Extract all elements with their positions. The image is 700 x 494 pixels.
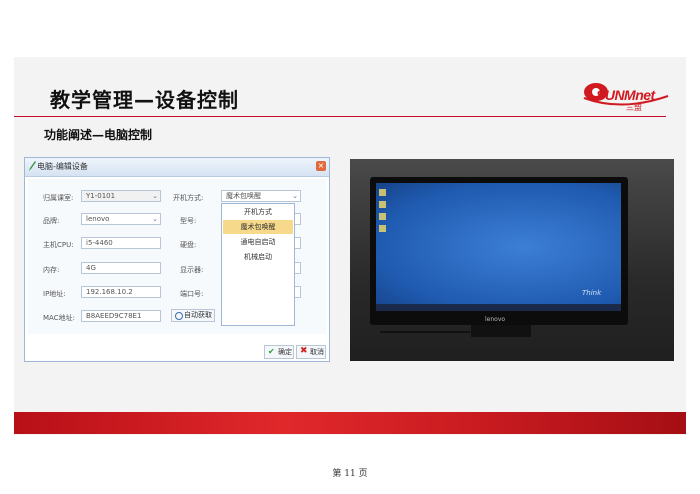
logo-wordmark: SUNMnet (596, 87, 655, 103)
dropdown-option-selected[interactable]: 魔术包唤醒 (223, 220, 293, 234)
brand-select[interactable]: lenovo ⌄ (81, 213, 161, 225)
dropdown-option[interactable]: 机械启动 (223, 250, 293, 264)
desktop-icon (379, 225, 386, 232)
search-icon (175, 312, 183, 320)
auto-get-label: 自动获取 (184, 311, 212, 319)
field-label-classroom: 归属课室: (43, 194, 74, 202)
dropdown-option[interactable]: 通电自启动 (223, 235, 293, 249)
chevron-down-icon: ⌄ (152, 215, 158, 223)
cpu-input[interactable]: i5-4460 (81, 237, 161, 249)
slide-title: 教学管理—设备控制 (50, 88, 239, 112)
monitor-frame: Think lenovo (370, 177, 628, 325)
memory-input[interactable]: 4G (81, 262, 161, 274)
field-label-cpu: 主机CPU: (43, 241, 74, 249)
wallpaper-logo: Think (582, 289, 602, 297)
ip-input[interactable]: 192.168.10.2 (81, 286, 161, 298)
taskbar (376, 304, 621, 311)
dialog-header: 电脑-编辑设备 × (25, 158, 329, 177)
monitor-screen: Think (376, 183, 621, 311)
dialog-title: 电脑-编辑设备 (37, 162, 88, 171)
field-label-brand: 品牌: (43, 217, 60, 225)
desktop-icon (379, 189, 386, 196)
ok-button[interactable]: ✔ 确定 (264, 345, 294, 359)
desktop-icon (379, 213, 386, 220)
title-divider (14, 116, 666, 117)
pencil-icon (29, 161, 36, 171)
cancel-label: 取消 (310, 348, 324, 356)
classroom-select[interactable]: Y1-0101 ⌄ (81, 190, 161, 202)
chevron-down-icon: ⌄ (152, 192, 158, 200)
dropdown-option[interactable]: 开机方式 (223, 205, 293, 219)
auto-get-button[interactable]: 自动获取 (171, 309, 215, 322)
slide-subtitle: 功能阐述—电脑控制 (44, 128, 153, 142)
field-label-model: 型号: (180, 217, 197, 225)
cross-icon: ✖ (300, 346, 308, 356)
monitor-brand: lenovo (485, 316, 506, 323)
check-icon: ✔ (268, 347, 275, 356)
cables (380, 331, 470, 361)
field-label-port: 端口号: (180, 290, 204, 298)
page-number: 第 11 页 (332, 469, 368, 479)
boot-mode-value: 魔术包唤醒 (226, 192, 261, 200)
monitor-photo: Think lenovo (350, 159, 674, 361)
boot-mode-dropdown: 开机方式 魔术包唤醒 通电自启动 机械启动 (221, 203, 295, 326)
logo-subtext: 三盟 (626, 103, 642, 112)
ok-label: 确定 (278, 348, 292, 356)
field-label-memory: 内存: (43, 266, 60, 274)
field-label-display: 显示器: (180, 266, 204, 274)
mac-input[interactable]: B8AEED9C78E1 (81, 310, 161, 322)
classroom-value: Y1-0101 (86, 192, 116, 200)
field-label-mac: MAC地址: (43, 314, 75, 322)
desktop-icon (379, 201, 386, 208)
field-label-boot: 开机方式: (173, 194, 204, 202)
monitor-stand (471, 325, 531, 337)
cancel-button[interactable]: ✖ 取消 (296, 345, 326, 359)
field-label-disk: 硬盘: (180, 241, 197, 249)
close-icon[interactable]: × (316, 161, 326, 171)
brand-value: lenovo (86, 215, 110, 223)
chevron-down-icon: ⌄ (292, 192, 298, 200)
boot-mode-select[interactable]: 魔术包唤醒 ⌄ (221, 190, 301, 202)
field-label-ip: IP地址: (43, 290, 66, 298)
footer-band (14, 412, 686, 434)
